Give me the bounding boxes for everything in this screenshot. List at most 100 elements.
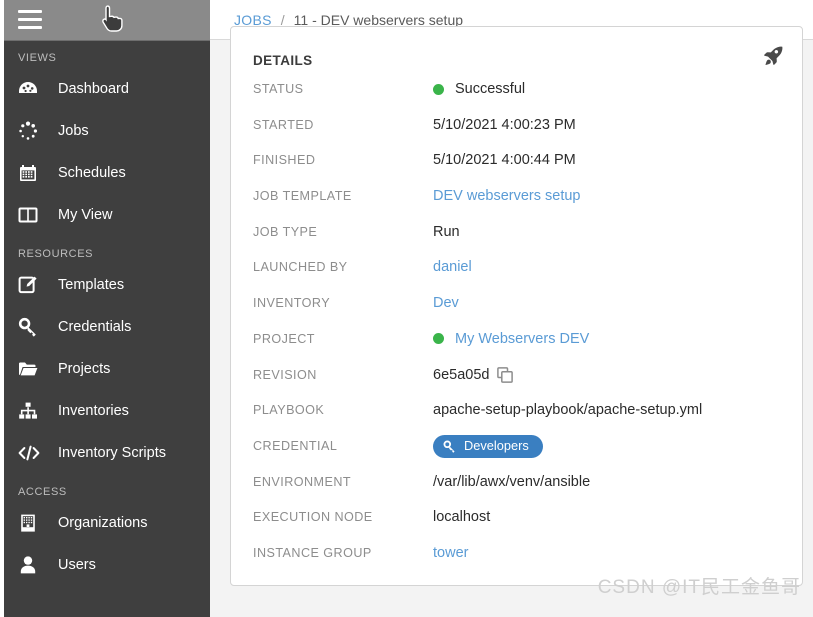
nav-section-heading-resources: RESOURCES <box>18 248 94 260</box>
sidebar-item-label: Credentials <box>58 319 132 335</box>
detail-label-revision: REVISION <box>253 367 317 382</box>
detail-label-instance-group: INSTANCE GROUP <box>253 545 372 560</box>
nav-section-heading-access: ACCESS <box>18 486 67 498</box>
detail-value-text[interactable]: Dev <box>433 292 459 314</box>
sidebar-item-label: Schedules <box>58 165 126 181</box>
sidebar-item-label: Jobs <box>58 123 89 139</box>
detail-row: REVISION 6e5a05d <box>253 364 780 400</box>
detail-row: FINISHED 5/10/2021 4:00:44 PM <box>253 149 780 185</box>
credential-badge[interactable]: Developers <box>433 434 543 458</box>
calendar-icon <box>18 162 44 184</box>
page-title: DETAILS <box>253 53 313 68</box>
detail-value-text[interactable]: My Webservers DEV <box>455 328 589 350</box>
detail-value-text: 6e5a05d <box>433 366 490 383</box>
detail-value-text: /var/lib/awx/venv/ansible <box>433 473 591 490</box>
rocket-icon[interactable] <box>762 45 784 70</box>
nav-list: VIEWS Dashboard Jobs Schedules My View RESOU… <box>0 0 210 586</box>
code-icon <box>18 442 44 464</box>
sidebar-item-label: Inventory Scripts <box>58 445 166 461</box>
detail-label-inventory: INVENTORY <box>253 296 331 311</box>
detail-label-launched-by: LAUNCHED BY <box>253 260 348 275</box>
detail-value-text: localhost <box>433 509 491 526</box>
detail-label-project: PROJECT <box>253 331 315 346</box>
detail-row: JOB TYPE Run <box>253 221 780 257</box>
key-icon <box>443 440 456 453</box>
detail-row: INVENTORY Dev <box>253 292 780 328</box>
sitemap-icon <box>18 400 44 422</box>
detail-value-environment: /var/lib/awx/venv/ansible <box>433 471 590 493</box>
detail-row: INSTANCE GROUP tower <box>253 542 780 578</box>
detail-value-text: Successful <box>455 81 526 97</box>
sidebar-item-my-view[interactable]: My View <box>0 194 210 236</box>
sidebar-item-label: Projects <box>58 361 111 377</box>
jobs-spinner-icon <box>18 120 44 142</box>
awx-job-details-screen: VIEWS Dashboard Jobs Schedules My View RESOU… <box>0 0 813 617</box>
detail-value-credential[interactable]: Developers <box>433 434 543 458</box>
detail-value-job-type: Run <box>433 221 460 243</box>
detail-row: STATUS Successful <box>253 78 780 114</box>
detail-value-text[interactable]: daniel <box>433 256 472 278</box>
detail-value-project[interactable]: My Webservers DEV <box>433 328 589 350</box>
user-icon <box>18 554 44 576</box>
detail-value-inventory[interactable]: Dev <box>433 292 459 314</box>
detail-value-execution-node: localhost <box>433 506 490 528</box>
sidebar-item-label: Dashboard <box>58 81 129 97</box>
sidebar-item-projects[interactable]: Projects <box>0 348 210 390</box>
sidebar-item-users[interactable]: Users <box>0 544 210 586</box>
detail-row: ENVIRONMENT/var/lib/awx/venv/ansible <box>253 471 780 507</box>
sidebar-item-organizations[interactable]: Organizations <box>0 502 210 544</box>
detail-label-playbook: PLAYBOOK <box>253 403 325 418</box>
detail-value-started: 5/10/2021 4:00:23 PM <box>433 114 576 136</box>
detail-row: LAUNCHED BY daniel <box>253 256 780 292</box>
hamburger-menu-icon[interactable] <box>18 10 42 29</box>
job-details-card: DETAILS STATUS Successful STARTED 5/10/2021… <box>230 26 803 586</box>
sidebar-item-inventories[interactable]: Inventories <box>0 390 210 432</box>
template-edit-icon <box>18 274 44 296</box>
detail-value-text: 5/10/2021 4:00:23 PM <box>433 116 576 133</box>
sidebar-item-schedules[interactable]: Schedules <box>0 152 210 194</box>
detail-value-instance-group[interactable]: tower <box>433 542 468 564</box>
columns-icon <box>18 204 44 226</box>
details-card-header: DETAILS <box>231 27 802 68</box>
credential-badge-label: Developers <box>464 438 529 454</box>
main-content-area: JOBS / 11 - DEV webservers setup DETAILS… <box>210 0 813 617</box>
folder-icon <box>18 358 44 380</box>
sidebar-item-dashboard[interactable]: Dashboard <box>0 68 210 110</box>
detail-label-finished: FINISHED <box>253 153 316 168</box>
detail-value-playbook: apache-setup-playbook/apache-setup.yml <box>433 399 702 421</box>
copy-icon[interactable] <box>497 366 514 383</box>
top-bar <box>0 0 210 41</box>
sidebar-item-label: Inventories <box>58 403 129 419</box>
key-icon <box>18 316 44 338</box>
sidebar-item-jobs[interactable]: Jobs <box>0 110 210 152</box>
sidebar-item-inventory-scripts[interactable]: Inventory Scripts <box>0 432 210 474</box>
detail-value-revision: 6e5a05d <box>433 364 514 386</box>
status-dot <box>433 83 444 95</box>
detail-label-job-type: JOB TYPE <box>253 224 318 239</box>
detail-row: PROJECT My Webservers DEV <box>253 328 780 364</box>
details-row-list: STATUS Successful STARTED 5/10/2021 4:00:23… <box>231 68 802 578</box>
detail-label-credential: CREDENTIAL <box>253 438 338 453</box>
detail-row: JOB TEMPLATE DEV webservers setup <box>253 185 780 221</box>
detail-value-text: apache-setup-playbook/apache-setup.yml <box>433 402 703 419</box>
detail-value-launched-by[interactable]: daniel <box>433 256 472 278</box>
sidebar-item-credentials[interactable]: Credentials <box>0 306 210 348</box>
detail-value-job-template[interactable]: DEV webservers setup <box>433 185 580 207</box>
detail-row: EXECUTION NODE localhost <box>253 506 780 542</box>
detail-row: CREDENTIAL Developers <box>253 434 780 471</box>
detail-value-text[interactable]: DEV webservers setup <box>433 185 580 207</box>
detail-label-environment: ENVIRONMENT <box>253 474 352 489</box>
dashboard-icon <box>18 78 44 100</box>
detail-value-text: Run <box>433 223 460 240</box>
detail-value-text[interactable]: tower <box>433 542 468 564</box>
left-navigation-sidebar: VIEWS Dashboard Jobs Schedules My View RESOU… <box>0 0 210 617</box>
status-dot <box>433 333 444 345</box>
sidebar-item-templates[interactable]: Templates <box>0 264 210 306</box>
sidebar-item-label: Organizations <box>58 515 148 531</box>
sidebar-item-label: Templates <box>58 277 125 293</box>
detail-label-status: STATUS <box>253 82 304 96</box>
detail-value-finished: 5/10/2021 4:00:44 PM <box>433 149 576 171</box>
detail-label-job-template: JOB TEMPLATE <box>253 189 352 204</box>
building-icon <box>18 512 44 534</box>
detail-label-execution-node: EXECUTION NODE <box>253 510 373 525</box>
